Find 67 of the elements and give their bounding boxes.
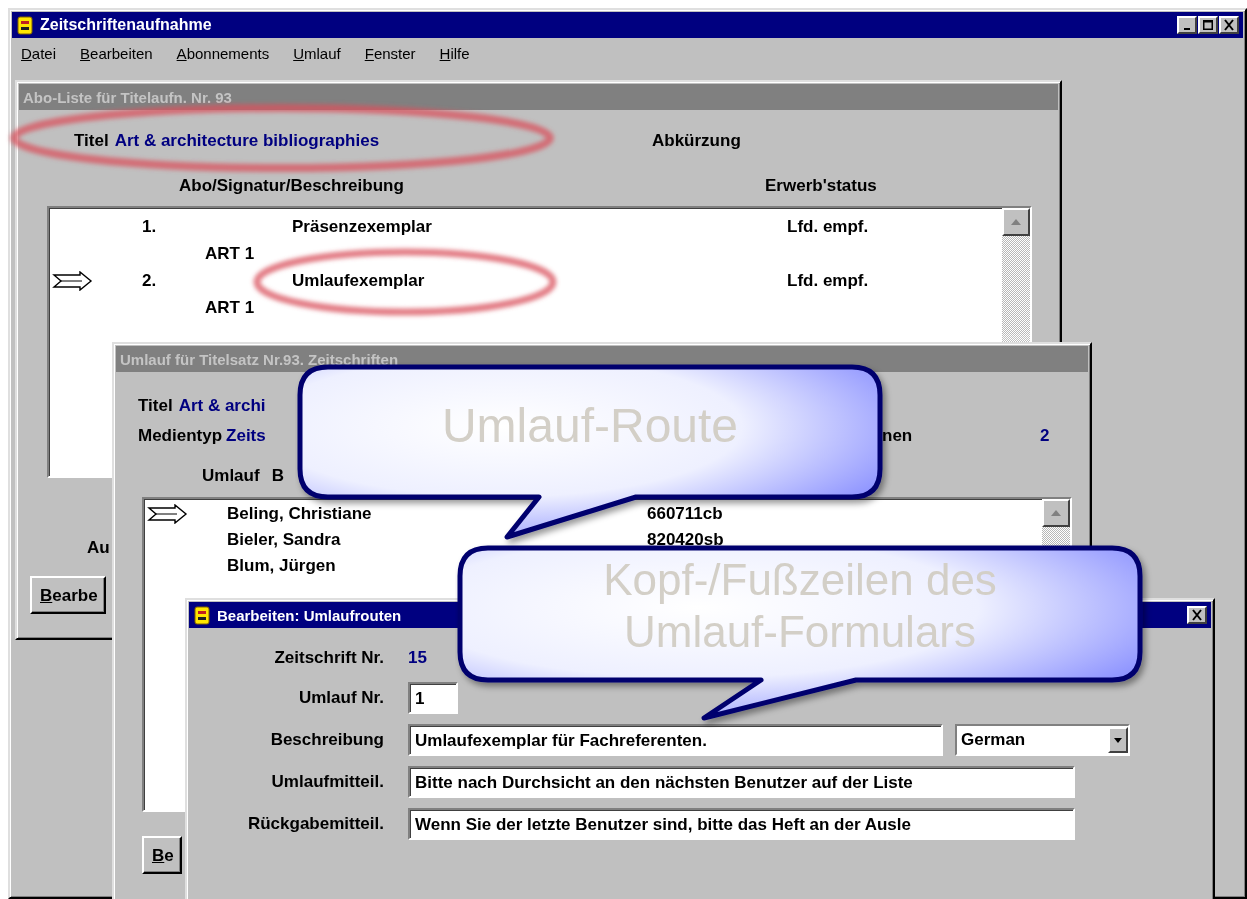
row-number: 1. — [142, 216, 158, 238]
window-title: Umlauf für Titelsatz Nr.93. Zeitschriften — [120, 350, 399, 368]
up-arrow-icon — [1010, 218, 1022, 226]
column-header: Umlauf — [202, 465, 260, 487]
media-type-value: Zeits — [226, 425, 266, 447]
reader-name[interactable]: Beling, Christiane — [227, 501, 372, 527]
menu-item[interactable]: Bearbeiten — [79, 45, 154, 62]
field-label: Rückgabemitteil. — [246, 813, 384, 835]
minimize-icon — [1184, 28, 1190, 30]
field-label: Au — [87, 538, 110, 557]
column-header: Abo/Signatur/Beschreibung — [179, 175, 405, 197]
input-field[interactable]: 1 — [408, 682, 458, 714]
field-label: Medientyp — [138, 425, 223, 447]
call-number: ART 1 — [205, 298, 255, 317]
maximize-button[interactable] — [1198, 16, 1218, 34]
count-value: 2 — [1040, 425, 1051, 447]
field-label: nen — [882, 425, 914, 447]
acquisition-status: Lfd. empf. — [787, 216, 870, 238]
column-header: B — [271, 465, 284, 487]
field-label: Abkürzung — [652, 130, 742, 152]
menu-item[interactable]: Hilfe — [438, 45, 471, 62]
scroll-up-button[interactable] — [1042, 499, 1070, 527]
input-field[interactable]: Wenn Sie der letzte Benutzer sind, bitte das Heft an der Ausle — [408, 808, 1075, 840]
edit-button[interactable]: Bearbe — [30, 576, 106, 614]
menu-item[interactable]: Datei — [20, 45, 58, 62]
window-title: Abo-Liste für Titelaufn. Nr. 93 — [23, 88, 232, 106]
reader-code: 820420sb — [647, 529, 724, 551]
minimize-button[interactable] — [1177, 16, 1197, 34]
close-icon — [1224, 19, 1234, 31]
field-label: Umlauf Nr. — [297, 687, 384, 709]
subscription-description[interactable]: Präsenzexemplar — [292, 213, 787, 240]
title-value: Art & architecture bibliographies — [114, 130, 380, 152]
reader-name[interactable]: Bieler, Sandra — [227, 527, 341, 553]
field-label: Zeitschrift Nr. — [273, 647, 384, 669]
field-label: Umlaufmitteil. — [270, 771, 384, 793]
reader-code: 660711cb — [647, 503, 723, 525]
callout-text: Umlauf-Route — [440, 397, 740, 454]
close-icon — [1192, 609, 1202, 621]
window-title: Zeitschriftenaufnahme — [40, 16, 212, 34]
input-field[interactable]: Umlaufexemplar für Fachreferenten. — [408, 724, 943, 756]
column-header: Erwerb'status — [765, 175, 878, 197]
subscription-description[interactable]: Umlaufexemplar — [292, 267, 787, 294]
title-value: Art & archi — [178, 395, 266, 417]
close-button[interactable] — [1187, 606, 1207, 624]
up-arrow-icon — [1050, 509, 1062, 517]
field-label: Beschreibung — [269, 729, 384, 751]
maximize-icon — [1203, 20, 1213, 30]
menu-item[interactable]: Abonnements — [175, 45, 271, 62]
acquisition-status: Lfd. empf. — [787, 270, 870, 292]
row-number: 2. — [142, 270, 158, 292]
language-dropdown[interactable]: German — [955, 724, 1130, 756]
caret-icon — [1113, 736, 1123, 744]
input-field[interactable]: Bitte nach Durchsicht an den nächsten Benutzer auf der Liste — [408, 766, 1075, 798]
menu-item[interactable]: Umlauf — [292, 45, 342, 62]
reader-name[interactable]: Blum, Jürgen — [227, 553, 336, 579]
callout-text: Kopf-/Fußzeilen des Umlauf-Formulars — [602, 554, 998, 658]
field-label: Titel — [74, 130, 109, 152]
field-label: Titel — [138, 395, 173, 417]
menu-item[interactable]: Fenster — [363, 45, 417, 62]
edit-button[interactable]: Be — [142, 836, 182, 874]
call-number: ART 1 — [205, 244, 255, 263]
scroll-up-button[interactable] — [1002, 208, 1030, 236]
window-title: Bearbeiten: Umlaufrouten — [217, 606, 402, 624]
close-button[interactable] — [1219, 16, 1239, 34]
app-icon — [16, 15, 34, 35]
journal-number: 15 — [408, 647, 427, 669]
app-icon — [193, 605, 211, 625]
